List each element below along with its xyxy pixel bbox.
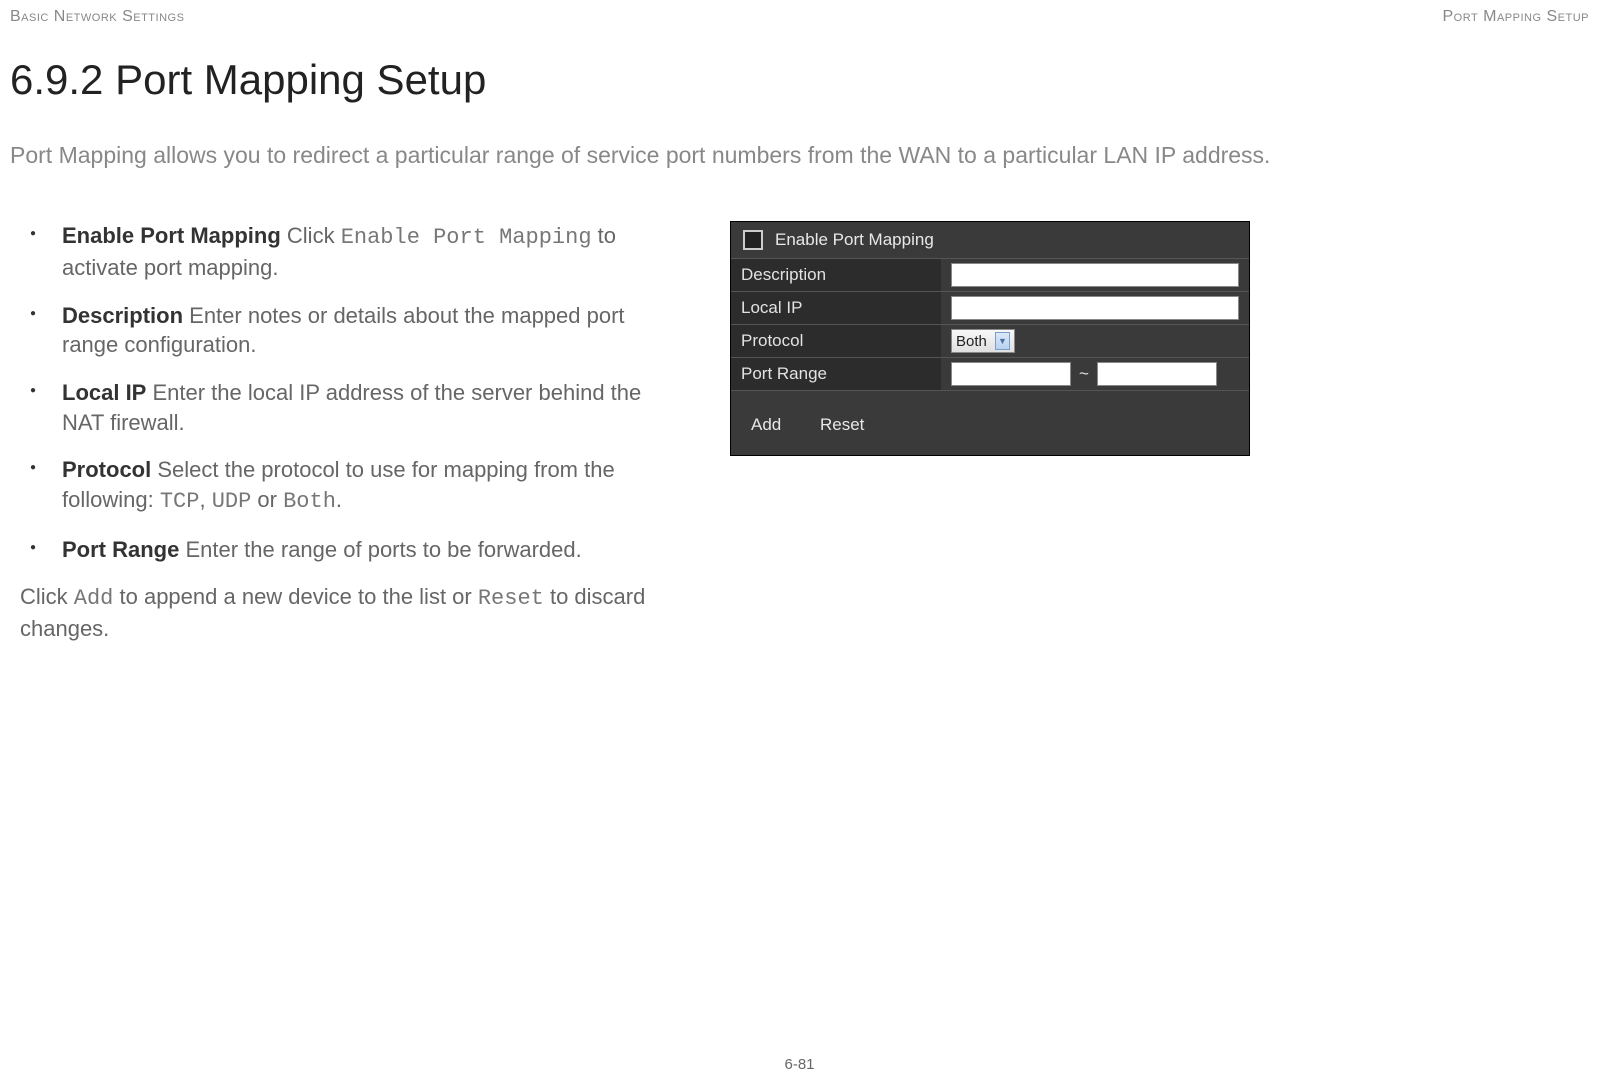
widget-footer: Add Reset	[731, 390, 1249, 455]
description-cell	[941, 259, 1249, 292]
bullet-text: .	[336, 487, 342, 512]
bullet-text: Enter the range of ports to be forwarded…	[179, 537, 581, 562]
page-header-row: Basic Network Settings Port Mapping Setu…	[0, 0, 1599, 26]
description-label: Description	[731, 259, 941, 292]
port-range-end-input[interactable]	[1097, 362, 1217, 386]
reset-button[interactable]: Reset	[812, 409, 872, 441]
term-local-ip: Local IP	[62, 380, 146, 405]
screenshot-column: Enable Port Mapping Description Local IP	[730, 221, 1250, 644]
bullet-text: or	[251, 487, 283, 512]
list-item: Local IP Enter the local IP address of t…	[48, 378, 670, 437]
mono-text: Enable Port Mapping	[341, 225, 592, 250]
section-title: 6.9.2 Port Mapping Setup	[0, 26, 1599, 109]
list-item: Enable Port Mapping Click Enable Port Ma…	[48, 221, 670, 282]
table-row: Description	[731, 259, 1249, 292]
term-port-range: Port Range	[62, 537, 179, 562]
term-description: Description	[62, 303, 183, 328]
mono-add: Add	[74, 586, 114, 611]
term-enable-port-mapping: Enable Port Mapping	[62, 223, 281, 248]
list-item: Protocol Select the protocol to use for …	[48, 455, 670, 516]
table-row: Local IP	[731, 292, 1249, 325]
mono-text: UDP	[212, 489, 252, 514]
header-right: Port Mapping Setup	[1443, 8, 1590, 26]
protocol-label: Protocol	[731, 325, 941, 358]
add-button[interactable]: Add	[743, 409, 789, 441]
enable-port-mapping-label: Enable Port Mapping	[775, 230, 934, 250]
click-pre: Click	[20, 584, 74, 609]
local-ip-input[interactable]	[951, 296, 1239, 320]
protocol-cell: Both ▼	[941, 325, 1249, 358]
port-mapping-widget: Enable Port Mapping Description Local IP	[730, 221, 1250, 456]
local-ip-label: Local IP	[731, 292, 941, 325]
documentation-column: Enable Port Mapping Click Enable Port Ma…	[10, 221, 670, 644]
description-input[interactable]	[951, 263, 1239, 287]
port-range-label: Port Range	[731, 358, 941, 391]
page-number: 6-81	[0, 1056, 1599, 1073]
bullet-text: ,	[199, 487, 211, 512]
protocol-selected-value: Both	[956, 333, 987, 350]
bullet-text: Enter the local IP address of the server…	[62, 380, 641, 435]
table-row: Protocol Both ▼	[731, 325, 1249, 358]
enable-port-mapping-checkbox[interactable]	[743, 230, 763, 250]
widget-form-table: Description Local IP Protocol Both	[731, 258, 1249, 390]
port-range-separator: ~	[1079, 364, 1089, 384]
content-row: Enable Port Mapping Click Enable Port Ma…	[0, 191, 1599, 644]
list-item: Port Range Enter the range of ports to b…	[48, 535, 670, 565]
mono-text: Both	[283, 489, 336, 514]
click-instruction: Click Add to append a new device to the …	[10, 582, 670, 643]
feature-list: Enable Port Mapping Click Enable Port Ma…	[10, 221, 670, 564]
protocol-select[interactable]: Both ▼	[951, 329, 1015, 353]
widget-header: Enable Port Mapping	[731, 222, 1249, 258]
chevron-down-icon: ▼	[995, 332, 1010, 350]
bullet-text: Click	[281, 223, 341, 248]
port-range-start-input[interactable]	[951, 362, 1071, 386]
list-item: Description Enter notes or details about…	[48, 301, 670, 360]
intro-paragraph: Port Mapping allows you to redirect a pa…	[0, 109, 1599, 191]
header-left: Basic Network Settings	[10, 8, 184, 26]
table-row: Port Range ~	[731, 358, 1249, 391]
mono-reset: Reset	[478, 586, 544, 611]
port-range-inputs: ~	[951, 362, 1239, 386]
mono-text: TCP	[160, 489, 200, 514]
term-protocol: Protocol	[62, 457, 151, 482]
click-mid: to append a new device to the list or	[113, 584, 477, 609]
port-range-cell: ~	[941, 358, 1249, 391]
local-ip-cell	[941, 292, 1249, 325]
